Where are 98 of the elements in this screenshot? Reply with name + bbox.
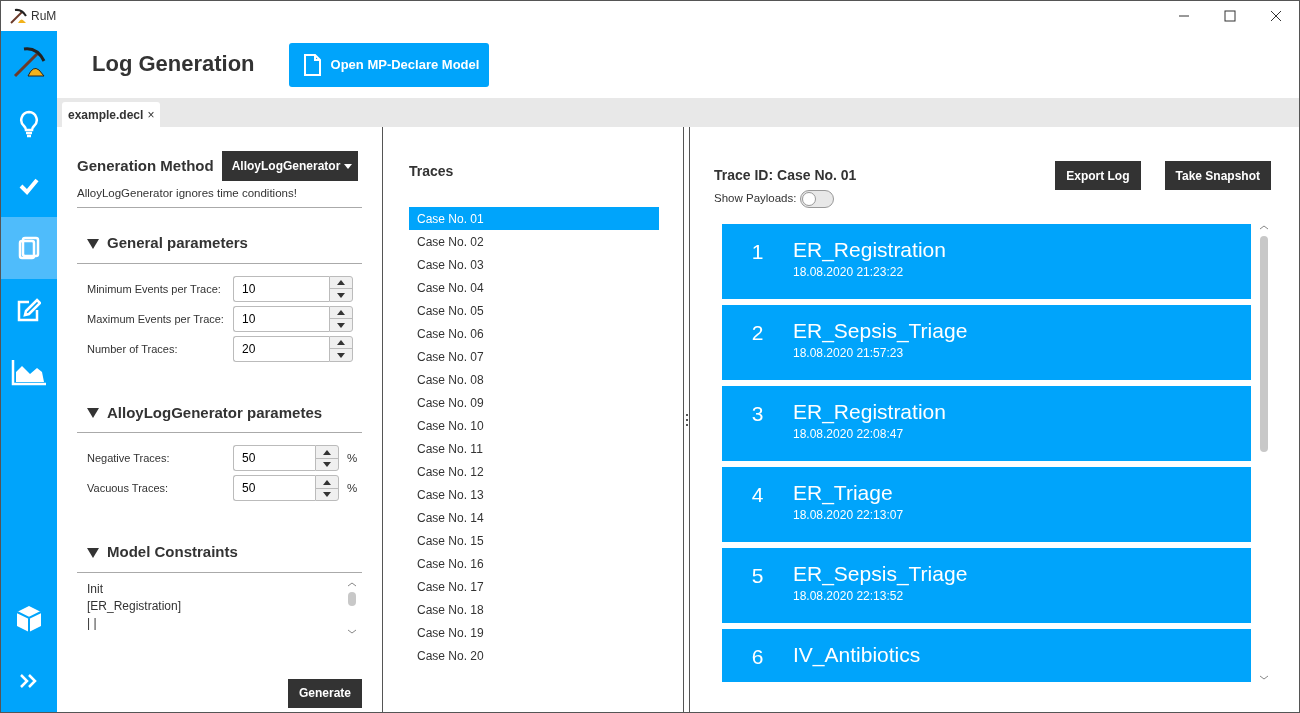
action-button[interactable]: Export Log: [1055, 161, 1141, 190]
trace-list-item[interactable]: Case No. 08: [409, 368, 659, 391]
file-tab[interactable]: example.decl ×: [62, 102, 161, 127]
event-number: 4: [750, 482, 765, 508]
spinner-buttons[interactable]: [329, 275, 353, 302]
trace-list-item[interactable]: Case No. 16: [409, 552, 659, 575]
unit-label: %: [347, 480, 358, 496]
event-timestamp: 18.08.2020 22:13:07: [793, 507, 904, 525]
trace-list-item[interactable]: Case No. 17: [409, 575, 659, 598]
trace-list-item[interactable]: Case No. 19: [409, 621, 659, 644]
up-arrow-icon[interactable]: [337, 310, 345, 315]
trace-list-item[interactable]: Case No. 12: [409, 460, 659, 483]
payloads-toggle[interactable]: [800, 190, 835, 208]
event-number: 3: [750, 401, 765, 427]
trace-list-item[interactable]: Case No. 15: [409, 529, 659, 552]
double-chevron-icon: [19, 673, 39, 689]
close-icon[interactable]: [1270, 10, 1282, 22]
constraints-text: Init [ER_Registration] | |: [87, 580, 183, 632]
event-timestamp: 18.08.2020 21:57:23: [793, 345, 905, 363]
down-arrow-icon[interactable]: [323, 492, 331, 497]
trace-list-item[interactable]: Case No. 05: [409, 299, 659, 322]
method-dropdown[interactable]: AlloyLogGenerator: [221, 151, 359, 181]
trace-list-item[interactable]: Case No. 09: [409, 391, 659, 414]
unit-label: %: [347, 450, 358, 466]
section-title: General parameters: [107, 233, 248, 254]
up-arrow-icon[interactable]: [337, 340, 345, 345]
number-field[interactable]: 10: [233, 305, 329, 332]
maximize-icon[interactable]: [1224, 10, 1236, 22]
generation-method-label: Generation Method: [77, 155, 214, 176]
spinner-buttons[interactable]: [315, 445, 339, 472]
lightbulb-icon: [19, 110, 39, 138]
down-arrow-icon[interactable]: [323, 462, 331, 467]
page-title: Log Generation: [92, 51, 255, 78]
event-name: ER_Triage: [793, 480, 894, 507]
number-field[interactable]: 10: [233, 275, 329, 302]
edit-icon: [17, 298, 41, 322]
event-name: ER_Registration: [793, 399, 946, 426]
field-label: Maximum Events per Trace:: [87, 311, 225, 327]
field-label: Negative Traces:: [87, 451, 171, 466]
collapse-triangle-icon[interactable]: [87, 238, 99, 249]
spinner-buttons[interactable]: [315, 475, 339, 502]
collapse-triangle-icon[interactable]: [87, 547, 99, 558]
collapse-triangle-icon[interactable]: [87, 408, 99, 418]
event-timestamp: 18.08.2020 22:08:47: [793, 426, 905, 444]
event-number: 6: [750, 644, 765, 670]
up-arrow-icon[interactable]: [323, 479, 331, 485]
document-icon: [302, 53, 321, 76]
event-timestamp: 18.08.2020 21:23:22: [793, 264, 905, 282]
payloads-label: Show Payloads:: [714, 191, 797, 207]
trace-list-item[interactable]: Case No. 14: [409, 506, 659, 529]
spinner-buttons[interactable]: [329, 335, 353, 362]
generate-button[interactable]: Generate: [287, 678, 362, 708]
event-name: ER_Sepsis_Triage: [793, 318, 968, 345]
trace-list-item[interactable]: Case No. 10: [409, 414, 659, 437]
cube-icon: [15, 604, 43, 634]
down-arrow-icon[interactable]: [337, 322, 345, 328]
up-arrow-icon[interactable]: [323, 449, 331, 455]
window-title: RuM: [31, 8, 57, 25]
trace-list-item[interactable]: Case No. 11: [409, 437, 659, 460]
trace-list-item[interactable]: Case No. 18: [409, 598, 659, 621]
event-timestamp: 18.08.2020 22:13:52: [793, 588, 905, 606]
section-title: AlloyLogGenerator parametes: [107, 402, 323, 423]
event-name: ER_Sepsis_Triage: [793, 561, 968, 588]
tab-close-button[interactable]: ×: [147, 105, 155, 124]
action-button[interactable]: Take Snapshot: [1164, 161, 1271, 190]
trace-list-item[interactable]: Case No. 07: [409, 345, 659, 368]
field-label: Minimum Events per Trace:: [87, 281, 222, 297]
trace-list-item[interactable]: Case No. 04: [409, 276, 659, 299]
trace-list-item[interactable]: Case No. 02: [409, 230, 659, 253]
event-number: 5: [750, 563, 765, 589]
trace-list-item[interactable]: Case No. 03: [409, 253, 659, 276]
number-field[interactable]: 50: [233, 475, 315, 502]
event-name: ER_Registration: [793, 237, 946, 264]
pickaxe-icon: [9, 8, 27, 24]
trace-list-item[interactable]: Case No. 20: [409, 644, 659, 667]
spinner-buttons[interactable]: [329, 305, 353, 332]
copy-icon: [18, 236, 40, 260]
traces-title: Traces: [409, 162, 455, 181]
caret-icon: [344, 163, 353, 169]
field-label: Number of Traces:: [87, 341, 179, 357]
up-arrow-icon[interactable]: [337, 280, 345, 285]
field-label: Vacuous Traces:: [87, 481, 170, 496]
trace-id-title: Trace ID: Case No. 01: [714, 166, 858, 185]
trace-list-item[interactable]: Case No. 06: [409, 322, 659, 345]
check-icon: [19, 177, 39, 195]
section-title: Model Constraints: [107, 542, 238, 563]
number-field[interactable]: 20: [233, 335, 329, 362]
area-chart-icon: [11, 358, 47, 386]
down-arrow-icon[interactable]: [337, 292, 345, 298]
event-name: IV_Antibiotics: [793, 642, 921, 669]
event-number: 2: [750, 320, 765, 346]
pickaxe-logo-icon: [12, 46, 46, 78]
warning-text: AlloyLogGenerator ignores time conditions!: [77, 185, 362, 209]
down-arrow-icon[interactable]: [337, 352, 345, 358]
number-field[interactable]: 50: [233, 445, 315, 472]
trace-list-item[interactable]: Case No. 13: [409, 483, 659, 506]
event-number: 1: [750, 239, 765, 265]
splitter-handle-icon[interactable]: [685, 413, 688, 426]
